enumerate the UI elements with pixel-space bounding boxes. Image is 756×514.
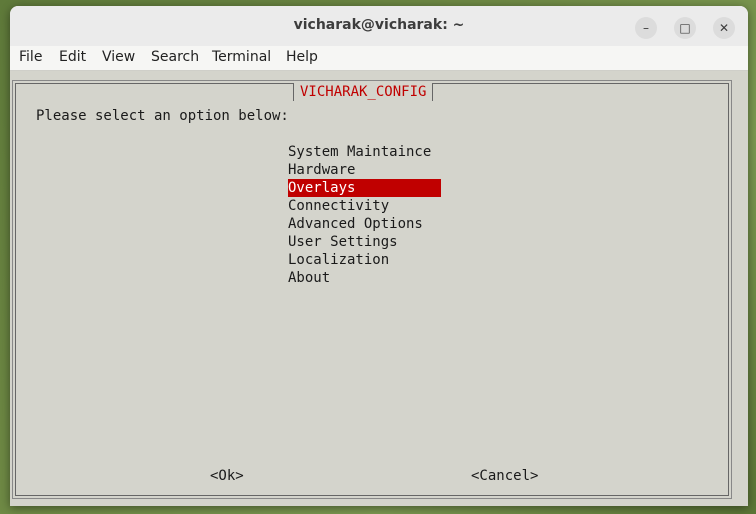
minimize-icon: – bbox=[643, 21, 649, 35]
option-hardware[interactable]: Hardware bbox=[288, 161, 441, 179]
maximize-icon: □ bbox=[679, 21, 691, 35]
maximize-button[interactable]: □ bbox=[674, 17, 696, 39]
menu-file[interactable]: File bbox=[19, 49, 42, 65]
close-button[interactable]: ✕ bbox=[713, 17, 735, 39]
option-list: System Maintaince Hardware Overlays Conn… bbox=[288, 143, 441, 287]
dialog-prompt: Please select an option below: bbox=[36, 108, 289, 124]
terminal-scrollbar[interactable] bbox=[740, 71, 748, 506]
option-system-maintaince[interactable]: System Maintaince bbox=[288, 143, 441, 161]
minimize-button[interactable]: – bbox=[635, 17, 657, 39]
terminal-window: vicharak@vicharak: ~ – □ ✕ File Edit Vie… bbox=[10, 6, 748, 506]
menu-edit[interactable]: Edit bbox=[59, 49, 86, 65]
close-icon: ✕ bbox=[718, 21, 730, 35]
menu-help[interactable]: Help bbox=[286, 49, 318, 65]
option-advanced-options[interactable]: Advanced Options bbox=[288, 215, 441, 233]
config-dialog: VICHARAK_CONFIG Please select an option … bbox=[15, 83, 729, 496]
menu-search[interactable]: Search bbox=[151, 49, 199, 65]
option-user-settings[interactable]: User Settings bbox=[288, 233, 441, 251]
menu-terminal[interactable]: Terminal bbox=[212, 49, 271, 65]
dialog-title: VICHARAK_CONFIG bbox=[293, 83, 434, 101]
ok-button[interactable]: <Ok> bbox=[210, 468, 244, 484]
option-overlays[interactable]: Overlays bbox=[288, 179, 441, 197]
option-about[interactable]: About bbox=[288, 269, 441, 287]
option-connectivity[interactable]: Connectivity bbox=[288, 197, 441, 215]
option-localization[interactable]: Localization bbox=[288, 251, 441, 269]
cancel-button[interactable]: <Cancel> bbox=[471, 468, 538, 484]
menu-bar: File Edit View Search Terminal Help bbox=[10, 46, 748, 71]
title-bar[interactable]: vicharak@vicharak: ~ – □ ✕ bbox=[10, 6, 748, 47]
menu-view[interactable]: View bbox=[102, 49, 135, 65]
terminal-area[interactable]: VICHARAK_CONFIG Please select an option … bbox=[10, 71, 748, 506]
